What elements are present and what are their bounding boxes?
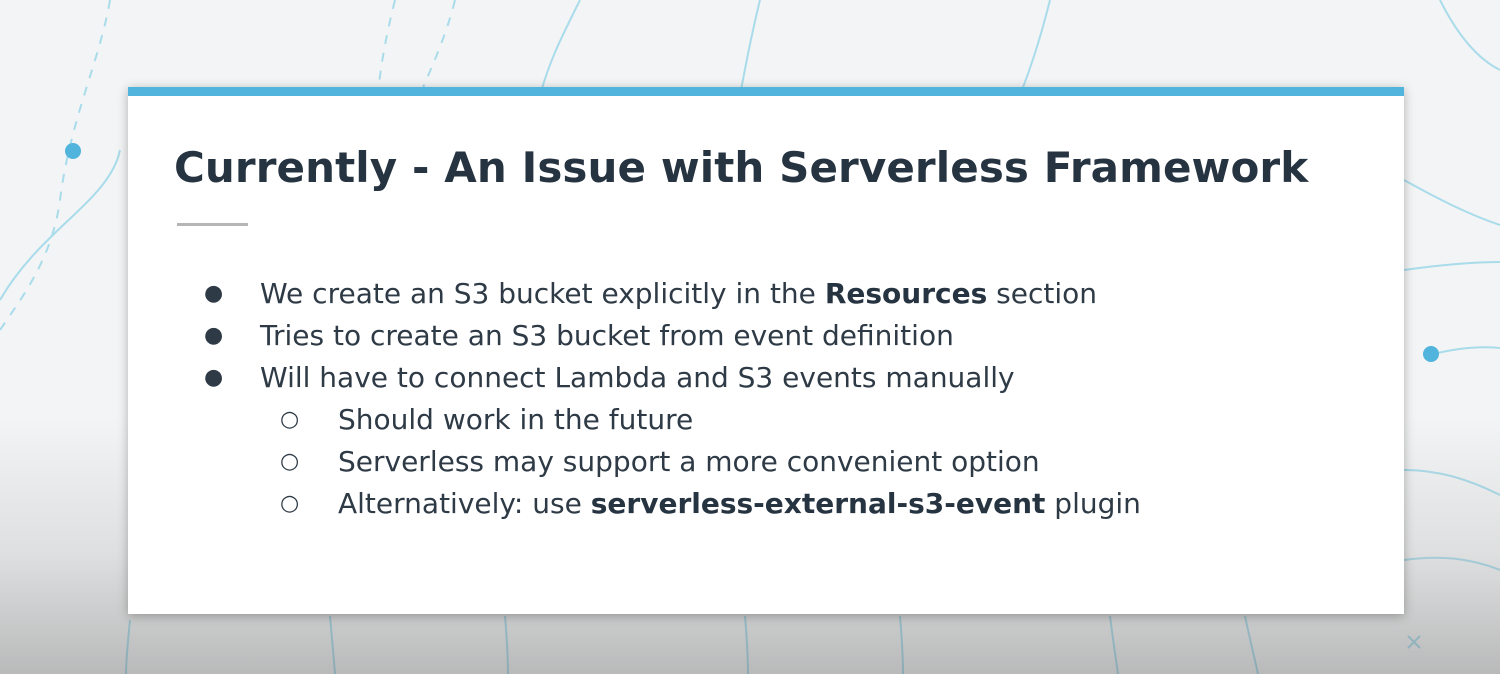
- bullet-icon: ●: [204, 323, 224, 348]
- slide-card: Currently - An Issue with Serverless Fra…: [128, 87, 1404, 614]
- bullet-item: ● Tries to create an S3 bucket from even…: [128, 315, 1141, 357]
- sub-bullet-text: Alternatively: use: [338, 487, 591, 520]
- sub-bullet-item: ○ Alternatively: use serverless-external…: [128, 483, 1141, 525]
- slide-accent-bar: [128, 87, 1404, 96]
- bullet-item: ● Will have to connect Lambda and S3 eve…: [128, 357, 1141, 399]
- title-divider: [177, 223, 248, 226]
- sub-bullet-text: Serverless may support a more convenient…: [338, 445, 1040, 478]
- bullet-text: Tries to create an S3 bucket from event …: [260, 319, 954, 352]
- sub-bullet-icon: ○: [280, 407, 300, 432]
- bullet-item: ● We create an S3 bucket explicitly in t…: [128, 273, 1141, 315]
- sub-bullet-text: Should work in the future: [338, 403, 694, 436]
- sub-bullet-text-bold: serverless-external-s3-event: [590, 487, 1046, 520]
- sub-bullet-icon: ○: [280, 491, 300, 516]
- sub-bullet-icon: ○: [280, 449, 300, 474]
- sub-bullet-text: plugin: [1045, 487, 1141, 520]
- sub-bullet-item: ○ Serverless may support a more convenie…: [128, 441, 1141, 483]
- bullet-text-bold: Resources: [824, 277, 988, 310]
- bullet-text: Will have to connect Lambda and S3 event…: [260, 361, 1015, 394]
- bullet-icon: ●: [204, 365, 224, 390]
- bullet-list: ● We create an S3 bucket explicitly in t…: [128, 273, 1141, 525]
- bullet-icon: ●: [204, 281, 224, 306]
- sub-bullet-item: ○ Should work in the future: [128, 399, 1141, 441]
- bullet-text: section: [987, 277, 1098, 310]
- bullet-text: We create an S3 bucket explicitly in the: [260, 277, 825, 310]
- slide-title: Currently - An Issue with Serverless Fra…: [174, 143, 1309, 192]
